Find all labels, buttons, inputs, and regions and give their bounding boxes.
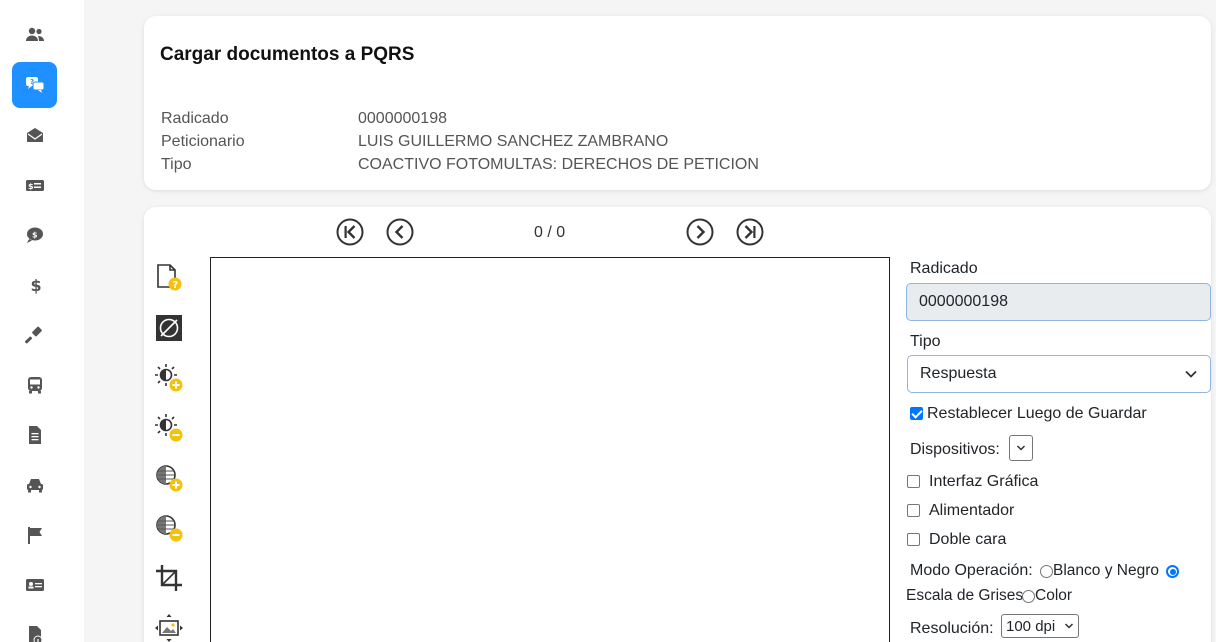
no-image-tool[interactable] xyxy=(154,313,184,343)
first-page-icon xyxy=(336,218,364,246)
sidebar-item-id[interactable] xyxy=(12,562,57,608)
svg-text:$: $ xyxy=(28,182,34,191)
scanner-card: 0 / 0 ? Radicado 0000000198 Tipo Respues… xyxy=(144,207,1211,642)
svg-text:$: $ xyxy=(32,231,38,240)
brightness-minus-tool[interactable] xyxy=(154,413,184,443)
reset-after-save-label: Restablecer Luego de Guardar xyxy=(927,405,1147,422)
contrast-minus-icon xyxy=(156,515,183,542)
chat-question-icon: ? xyxy=(25,77,44,93)
resolucion-value: 100 dpi xyxy=(1006,617,1056,635)
interfaz-grafica-checkbox[interactable] xyxy=(907,475,920,488)
chevron-down-icon xyxy=(1016,445,1026,451)
page-title: Cargar documentos a PQRS xyxy=(160,44,415,65)
document-help-icon: ? xyxy=(157,264,182,291)
gavel-icon xyxy=(24,326,42,344)
sidebar-item-billing[interactable]: $ xyxy=(12,162,57,208)
tipo-select[interactable]: Respuesta xyxy=(907,355,1211,393)
modo-color-label: Color xyxy=(1035,587,1073,604)
svg-text:?: ? xyxy=(172,280,178,291)
chevron-down-icon xyxy=(1185,370,1197,378)
document-viewer[interactable] xyxy=(210,257,890,642)
modo-bn-radio[interactable] xyxy=(1040,565,1053,578)
money-bill-icon: $ xyxy=(25,180,44,191)
envelope-open-icon xyxy=(26,128,43,142)
info-value-tipo: COACTIVO FOTOMULTAS: DERECHOS DE PETICIO… xyxy=(358,156,759,173)
page-counter: 0 / 0 xyxy=(534,224,566,241)
contrast-plus-icon xyxy=(156,465,183,492)
last-page-button[interactable] xyxy=(736,218,764,246)
first-page-button[interactable] xyxy=(336,218,364,246)
contrast-plus-tool[interactable] xyxy=(154,463,184,493)
info-value-radicado: 0000000198 xyxy=(358,110,447,127)
dollar-icon: $ xyxy=(30,276,41,295)
sidebar-item-vehicles[interactable] xyxy=(12,462,57,508)
modo-bn-label: Blanco y Negro xyxy=(1053,562,1159,579)
next-page-button[interactable] xyxy=(686,218,714,246)
last-page-icon xyxy=(736,218,764,246)
modo-color-radio[interactable] xyxy=(1022,590,1035,603)
sidebar-item-transport[interactable] xyxy=(12,362,57,408)
id-card-icon xyxy=(25,579,44,591)
sidebar-item-documents[interactable] xyxy=(12,412,57,458)
crop-icon xyxy=(156,565,182,591)
svg-text:?: ? xyxy=(30,78,34,86)
contrast-minus-tool[interactable] xyxy=(154,513,184,543)
pqrs-header-card: Cargar documentos a PQRS Radicado 000000… xyxy=(144,16,1211,190)
bus-icon xyxy=(27,377,42,394)
file-alt-icon xyxy=(28,426,41,444)
file-info-icon xyxy=(28,626,42,642)
brightness-minus-icon xyxy=(155,414,183,442)
sidebar-item-dollar[interactable]: $ xyxy=(12,262,57,308)
dispositivos-label: Dispositivos: xyxy=(910,441,1000,458)
alimentador-checkbox[interactable] xyxy=(907,504,920,517)
sidebar-item-payments-chat[interactable]: $ xyxy=(12,212,57,258)
info-label-radicado: Radicado xyxy=(161,110,229,127)
prev-page-button[interactable] xyxy=(386,218,414,246)
users-icon xyxy=(25,27,44,41)
sidebar-item-file-info[interactable] xyxy=(12,612,57,642)
radicado-input[interactable]: 0000000198 xyxy=(906,283,1211,321)
sidebar: ? $ $ $ xyxy=(0,0,84,642)
chevron-down-icon xyxy=(1064,623,1074,629)
sidebar-item-pqrs[interactable]: ? xyxy=(12,62,57,108)
document-help-tool[interactable]: ? xyxy=(154,263,184,293)
modo-gris-radio[interactable] xyxy=(1166,565,1179,578)
radicado-label: Radicado xyxy=(910,260,978,277)
dispositivos-select[interactable] xyxy=(1009,435,1033,461)
info-label-peticionario: Peticionario xyxy=(161,133,245,150)
fit-image-icon xyxy=(155,614,183,642)
info-value-peticionario: LUIS GUILLERMO SANCHEZ ZAMBRANO xyxy=(358,133,669,150)
interfaz-grafica-label: Interfaz Gráfica xyxy=(929,473,1039,490)
no-image-icon xyxy=(156,315,182,341)
comment-dollar-icon: $ xyxy=(26,227,43,243)
info-label-tipo: Tipo xyxy=(161,156,192,173)
crop-tool[interactable] xyxy=(154,563,184,593)
sidebar-item-legal[interactable] xyxy=(12,312,57,358)
next-page-icon xyxy=(686,218,714,246)
svg-text:$: $ xyxy=(30,276,41,295)
doble-cara-checkbox[interactable] xyxy=(907,533,920,546)
car-icon xyxy=(26,479,43,493)
brightness-plus-tool[interactable] xyxy=(154,363,184,393)
modo-operacion-label: Modo Operación: xyxy=(910,562,1033,579)
alimentador-label: Alimentador xyxy=(929,502,1015,519)
sidebar-item-users[interactable] xyxy=(12,12,57,58)
sidebar-item-flags[interactable] xyxy=(12,512,57,558)
modo-gris-label: Escala de Grises xyxy=(906,587,1024,604)
resolucion-select[interactable]: 100 dpi xyxy=(1001,614,1079,638)
fit-image-tool[interactable] xyxy=(154,613,184,642)
prev-page-icon xyxy=(386,218,414,246)
reset-after-save-checkbox[interactable] xyxy=(910,407,923,420)
brightness-plus-icon xyxy=(155,364,183,392)
resolucion-label: Resolución: xyxy=(910,620,994,637)
sidebar-item-mail[interactable] xyxy=(12,112,57,158)
tipo-selected-value: Respuesta xyxy=(920,365,997,382)
doble-cara-label: Doble cara xyxy=(929,531,1007,548)
tipo-label: Tipo xyxy=(910,333,941,350)
flag-icon xyxy=(27,527,42,544)
